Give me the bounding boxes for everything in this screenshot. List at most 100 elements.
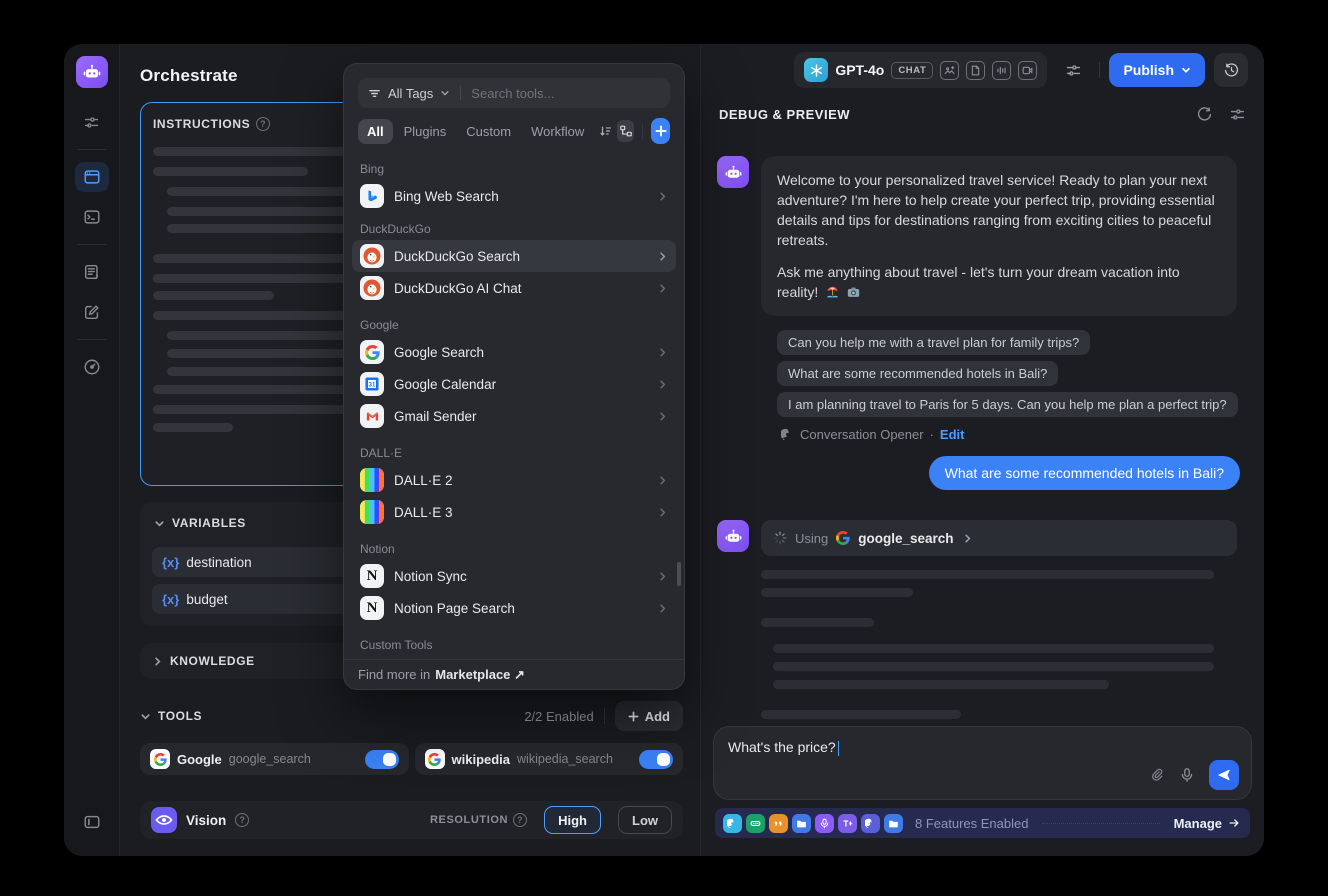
tool-row-gmail-sender[interactable]: Gmail Sender [358,400,676,432]
dalle-icon [360,500,384,524]
image-icon [940,61,959,80]
sidebar-item-compose-icon[interactable] [75,297,109,327]
tool-row-duckduckgo-search[interactable]: DuckDuckGo Search [352,240,676,272]
features-bar[interactable]: 8 Features Enabled Manage [715,808,1250,838]
arrow-right-icon [1228,817,1240,829]
google-icon [836,531,850,545]
text-cursor [838,741,840,756]
tools-collapse[interactable]: TOOLS [140,709,202,723]
assistant-tool-message: Using google_search [717,520,1240,726]
chevron-down-icon [1181,65,1191,75]
sort-icon[interactable] [597,120,615,142]
chat-mode-badge: CHAT [891,62,933,79]
conversation-opener-meta: Conversation Opener · Edit [781,427,1240,442]
version-history-icon[interactable] [1214,53,1248,87]
message-composer[interactable]: What's the price? [713,726,1252,800]
tool-chip-wikipedia[interactable]: wikipedia wikipedia_search [415,743,684,775]
google-icon [425,749,445,769]
divider [460,86,461,100]
tool-row-notion-page-search[interactable]: N Notion Page Search [358,592,676,624]
tool-row-pets[interactable]: pets [358,656,676,659]
suggestion-chip[interactable]: Can you help me with a travel plan for f… [777,330,1090,355]
tool-row-dalle-2[interactable]: DALL·E 2 [358,464,676,496]
tool-row-google-calendar[interactable]: 31 Google Calendar [358,368,676,400]
tool-row-google-search[interactable]: Google Search [358,336,676,368]
tags-filter[interactable]: All Tags [388,86,433,101]
popup-scrollbar[interactable] [677,562,681,586]
collapse-sidebar-icon[interactable] [75,807,109,837]
assistant-avatar-robot-icon [717,156,749,188]
tools-header: TOOLS 2/2 Enabled Add [140,701,683,731]
group-by-tree-icon[interactable] [617,120,635,142]
sidebar-item-dashboard-icon[interactable] [75,352,109,382]
wikipedia-tool-toggle[interactable] [639,750,673,769]
variables-title: VARIABLES [172,516,246,530]
chat-preview: Welcome to your personalized travel serv… [701,132,1264,726]
help-icon[interactable]: ? [235,813,249,827]
tuning-icon[interactable] [75,107,109,137]
duckduckgo-icon [360,244,384,268]
edit-opener-link[interactable]: Edit [940,427,965,442]
section-label: DALL·E [360,446,676,460]
chevron-right-icon [657,571,668,582]
sidebar-item-logs-icon[interactable] [75,257,109,287]
input-feature-icon [746,814,765,833]
streaming-response-skeleton [761,570,1237,726]
resolution-low-button[interactable]: Low [618,806,672,834]
quote-feature-icon [769,814,788,833]
tool-call-pill[interactable]: Using google_search [761,520,1237,556]
add-tool-button[interactable]: Add [615,701,683,731]
model-tuning-icon[interactable] [1056,53,1090,87]
help-icon[interactable]: ? [256,117,270,131]
model-selector[interactable]: GPT-4o CHAT [794,52,1047,88]
tool-row-dalle-3[interactable]: DALL·E 3 [358,496,676,528]
tool-chip-google[interactable]: Google google_search [140,743,409,775]
search-tools-input[interactable]: Search tools... [471,86,554,101]
chevron-right-icon [657,603,668,614]
vision-card: Vision ? RESOLUTION? High Low [140,801,683,839]
tab-custom[interactable]: Custom [457,119,520,144]
tab-plugins[interactable]: Plugins [395,119,456,144]
manage-features-link[interactable]: Manage [1174,816,1240,831]
welcome-bubble: Welcome to your personalized travel serv… [761,156,1237,316]
tool-row-notion-sync[interactable]: N Notion Sync [358,560,676,592]
chevron-down-icon [154,518,165,529]
tool-row-duckduckgo-ai-chat[interactable]: DuckDuckGo AI Chat [358,272,676,304]
sidebar-item-terminal-icon[interactable] [75,202,109,232]
tool-row-bing-web-search[interactable]: Bing Web Search [358,180,676,212]
chevron-right-icon [657,283,668,294]
resolution-high-button[interactable]: High [544,806,601,834]
chevron-right-icon [657,507,668,518]
debug-preview-header: DEBUG & PREVIEW [701,96,1264,132]
divider [642,123,643,139]
preview-settings-icon[interactable] [1229,106,1246,123]
google-tool-toggle[interactable] [365,750,399,769]
mic-icon[interactable] [1179,767,1195,783]
section-label: Custom Tools [360,638,676,652]
attach-icon[interactable] [1149,767,1165,783]
suggestion-chip[interactable]: I am planning travel to Paris for 5 days… [777,392,1238,417]
composer-input[interactable]: What's the price? [728,739,836,755]
section-label: Notion [360,542,676,556]
send-button[interactable] [1209,760,1239,790]
rail-divider [77,339,107,340]
tab-all[interactable]: All [358,119,393,144]
suggestion-chip[interactable]: What are some recommended hotels in Bali… [777,361,1058,386]
sidebar-item-builder-icon[interactable] [75,162,109,192]
create-tool-button[interactable] [651,118,670,144]
chevron-right-icon [657,411,668,422]
marketplace-link[interactable]: Marketplace ↗ [435,667,525,683]
model-name: GPT-4o [835,62,884,78]
publish-button[interactable]: Publish [1109,53,1205,87]
tts-feature-icon [838,814,857,833]
variable-token-icon: {x} [162,555,179,570]
tools-search-bar[interactable]: All Tags Search tools... [358,78,670,108]
section-label: DuckDuckGo [360,222,676,236]
tab-workflow[interactable]: Workflow [522,119,593,144]
help-icon[interactable]: ? [513,813,527,827]
chevron-right-icon [657,475,668,486]
instructions-title: INSTRUCTIONS [153,117,250,131]
assistant-avatar-robot-icon [717,520,749,552]
spinner-icon [773,531,787,545]
refresh-icon[interactable] [1196,106,1213,123]
